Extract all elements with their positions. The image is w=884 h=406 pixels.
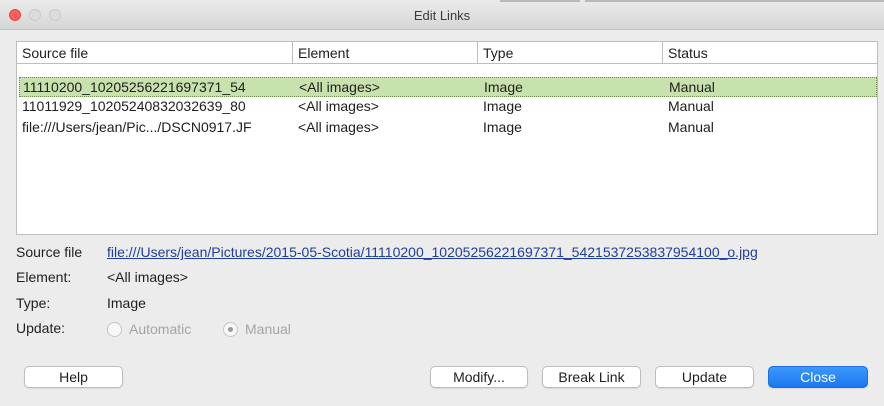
table-row[interactable]: file:///Users/jean/Pic.../DSCN0917.JF <A… — [19, 118, 877, 138]
window-title: Edit Links — [413, 8, 471, 23]
update-button[interactable]: Update — [655, 366, 754, 388]
column-header-type[interactable]: Type — [478, 42, 663, 64]
cell-status: Manual — [668, 119, 714, 135]
cell-element: <All images> — [299, 79, 380, 95]
column-header-source-file[interactable]: Source file — [17, 42, 293, 64]
cell-status: Manual — [669, 79, 715, 95]
source-file-label: Source file — [16, 244, 83, 260]
cell-type: Image — [483, 98, 522, 114]
break-link-button[interactable]: Break Link — [542, 366, 641, 388]
modify-button[interactable]: Modify... — [430, 366, 528, 388]
cell-type: Image — [484, 79, 523, 95]
cell-type: Image — [483, 119, 522, 135]
radio-manual[interactable] — [223, 321, 238, 337]
type-value: Image — [107, 295, 146, 311]
element-label: Element: — [16, 269, 72, 285]
update-label: Update: — [16, 320, 66, 336]
edit-links-dialog: Edit Links Source file Element Type Stat… — [0, 0, 884, 406]
radio-automatic[interactable] — [107, 321, 122, 337]
cell-element: <All images> — [298, 119, 379, 135]
element-value: <All images> — [107, 269, 188, 285]
title-bar: Edit Links — [0, 0, 884, 30]
update-automatic-option[interactable]: Automatic — [107, 320, 191, 338]
background-divider — [585, 0, 884, 2]
update-manual-option[interactable]: Manual — [223, 320, 291, 338]
type-label: Type: — [16, 295, 51, 311]
source-file-link[interactable]: file:///Users/jean/Pictures/2015-05-Scot… — [107, 244, 758, 260]
radio-manual-label: Manual — [245, 321, 291, 337]
cell-source-file: 11110200_10205256221697371_54 — [23, 79, 246, 95]
background-divider — [500, 0, 580, 2]
table-row[interactable]: 11011929_10205240832032639_80 <All image… — [19, 97, 877, 117]
column-header-element[interactable]: Element — [293, 42, 478, 64]
table-row[interactable]: 11110200_10205256221697371_54 <All image… — [19, 77, 877, 97]
cell-status: Manual — [668, 98, 714, 114]
column-header-status[interactable]: Status — [663, 42, 879, 64]
links-table: Source file Element Type Status 11110200… — [16, 41, 878, 235]
table-header: Source file Element Type Status — [17, 42, 877, 64]
close-button[interactable]: Close — [768, 366, 868, 388]
cell-source-file: file:///Users/jean/Pic.../DSCN0917.JF — [22, 119, 252, 135]
cell-element: <All images> — [298, 98, 379, 114]
cell-source-file: 11011929_10205240832032639_80 — [22, 98, 246, 114]
help-button[interactable]: Help — [24, 366, 123, 388]
radio-automatic-label: Automatic — [129, 321, 192, 337]
